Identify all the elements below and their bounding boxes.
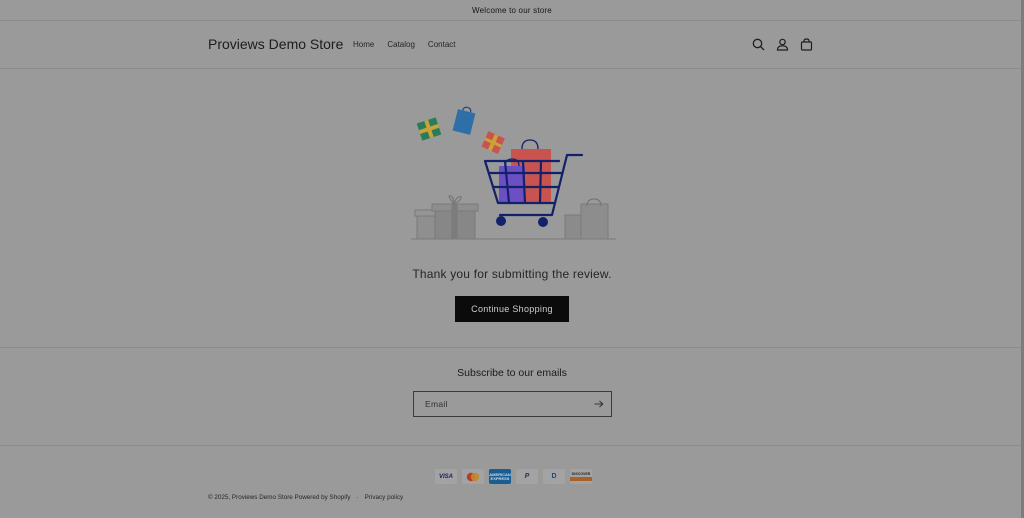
nav-contact[interactable]: Contact [428, 40, 456, 49]
email-field[interactable]: Email [413, 391, 612, 417]
discover-icon: DISCOVER [570, 469, 592, 484]
header-icons [750, 36, 814, 52]
section-divider [0, 347, 1024, 348]
site-header: Proviews Demo Store Home Catalog Contact [0, 22, 1024, 69]
cart-icon[interactable] [798, 36, 814, 52]
footer-divider [0, 445, 1024, 446]
copyright-store-link[interactable]: Proviews Demo Store [232, 494, 293, 501]
email-placeholder: Email [425, 399, 448, 409]
copyright: © 2025, Proviews Demo Store Powered by S… [208, 494, 403, 501]
shopping-cart-illustration [405, 103, 621, 245]
announcement-bar: Welcome to our store [0, 0, 1024, 21]
amex-icon: AMERICAN EXPRESS [489, 469, 511, 484]
subscribe-arrow-icon[interactable] [587, 392, 611, 416]
search-icon[interactable] [750, 36, 766, 52]
bags-right [564, 198, 609, 240]
falling-gift-green [416, 117, 442, 141]
main-nav: Home Catalog Contact [353, 40, 456, 49]
separator: · [356, 494, 359, 501]
confirmation-message: Thank you for submitting the review. [412, 267, 612, 281]
visa-icon: VISA [435, 469, 457, 484]
gift-boxes-left [414, 195, 479, 240]
paypal-icon: P [516, 469, 538, 484]
store-logo[interactable]: Proviews Demo Store [208, 36, 343, 52]
nav-catalog[interactable]: Catalog [387, 40, 415, 49]
diners-club-icon: D [543, 469, 565, 484]
payment-icons: VISA AMERICAN EXPRESS P D DISCOVER [435, 469, 592, 484]
account-icon[interactable] [774, 36, 790, 52]
continue-shopping-button[interactable]: Continue Shopping [455, 296, 569, 322]
nav-home[interactable]: Home [353, 40, 374, 49]
copyright-prefix: © 2025, [208, 494, 231, 501]
announcement-text: Welcome to our store [472, 5, 552, 15]
falling-gift-red [481, 131, 505, 154]
mastercard-icon [462, 469, 484, 484]
powered-by-link[interactable]: Powered by Shopify [295, 494, 351, 501]
falling-bag-blue [452, 106, 476, 135]
newsletter-title: Subscribe to our emails [457, 367, 567, 379]
privacy-policy-link[interactable]: Privacy policy [365, 494, 404, 501]
